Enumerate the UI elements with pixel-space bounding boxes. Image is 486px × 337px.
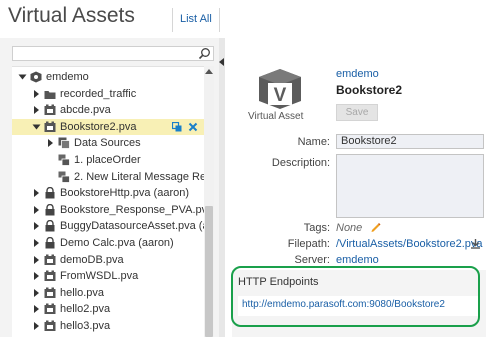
asset-tree: emdemo recorded_traffic abcde.pva Bookstore… <box>12 66 204 337</box>
tree-item-label: Data Sources <box>74 137 141 150</box>
tree-item-label: Bookstore2.pva <box>60 120 137 133</box>
tree-item-label: demoDB.pva <box>60 253 124 266</box>
tree-item-label: abcde.pva <box>60 104 111 117</box>
name-label: Name: <box>297 136 330 148</box>
delete-icon[interactable] <box>188 122 198 132</box>
tree-item[interactable]: emdemo <box>12 69 204 85</box>
lock-icon <box>45 187 55 199</box>
breadcrumb-server-link[interactable]: emdemo <box>336 68 379 80</box>
filepath-value[interactable]: /VirtualAssets/Bookstore2.pva <box>336 238 483 250</box>
page-title: Virtual Assets <box>8 4 135 27</box>
tree-item-label: Bookstore_Response_PVA.pva <box>60 203 204 216</box>
lock-icon <box>45 203 55 216</box>
tree-item-label: Demo Calc.pva (aaron) <box>60 237 174 249</box>
panel-collapse-bar[interactable] <box>219 38 225 337</box>
search-icon[interactable] <box>198 47 211 60</box>
caret-right-icon[interactable] <box>32 235 41 251</box>
tree-item[interactable]: FromWSDL.pva <box>12 268 204 284</box>
tree-item[interactable]: demoDB.pva <box>12 252 204 268</box>
tree-item-label: hello2.pva <box>60 303 111 316</box>
tree-item[interactable]: Data Sources <box>12 135 204 151</box>
tree-item[interactable]: BookstoreHttp.pva (aaron) <box>12 185 204 201</box>
page-header: Virtual Assets List All <box>0 0 486 38</box>
tree-item[interactable]: BuggyDatasourceAsset.pva (ad <box>12 218 204 234</box>
caret-right-icon[interactable] <box>32 218 41 234</box>
asset-icon <box>44 104 56 116</box>
tree-item[interactable]: hello.pva <box>12 285 204 301</box>
virtual-asset-icon: V <box>259 69 301 109</box>
asset-name-heading: Bookstore2 <box>336 83 403 97</box>
description-field[interactable] <box>336 154 484 218</box>
virtual-asset-caption: Virtual Asset <box>248 111 304 122</box>
caret-right-icon[interactable] <box>32 185 41 201</box>
tree-item[interactable]: Demo Calc.pva (aaron) <box>12 235 204 251</box>
list-all-link[interactable]: List All <box>180 13 212 25</box>
responder-icon <box>58 154 70 166</box>
asset-icon <box>44 121 56 132</box>
collapse-left-arrow-icon[interactable] <box>219 58 225 66</box>
tree-item[interactable]: hello2.pva <box>12 301 204 317</box>
lock-icon <box>45 237 55 249</box>
lock-icon <box>45 220 55 232</box>
tree-item-label: recorded_traffic <box>60 87 137 100</box>
server-label: Server: <box>294 254 330 266</box>
tags-label: Tags: <box>303 222 330 234</box>
tree-item-label: 2. New Literal Message Res <box>74 170 204 183</box>
download-icon[interactable] <box>470 238 481 249</box>
tree-item[interactable]: Bookstore2.pva <box>12 118 204 135</box>
save-button[interactable]: Save <box>336 104 378 121</box>
tree-item[interactable]: Bookstore_Response_PVA.pva <box>12 202 204 218</box>
tree-item-label: 1. placeOrder <box>74 154 141 166</box>
caret-right-icon[interactable] <box>32 301 41 317</box>
scroll-up-arrow-icon[interactable] <box>204 68 214 76</box>
svg-text:V: V <box>274 85 287 106</box>
asset-icon <box>44 320 56 331</box>
server-value-link[interactable]: emdemo <box>336 254 379 266</box>
asset-icon <box>44 287 56 298</box>
tree-item[interactable]: recorded_traffic <box>12 86 204 102</box>
caret-down-icon[interactable] <box>32 119 41 135</box>
responder-icon <box>58 171 70 183</box>
caret-right-icon[interactable] <box>32 318 41 334</box>
tree-item[interactable]: 1. placeOrder <box>12 152 204 168</box>
folder-icon <box>44 90 56 99</box>
server-gear-icon <box>30 71 42 83</box>
tree-item[interactable]: 2. New Literal Message Res <box>12 169 204 185</box>
header-divider <box>172 8 173 32</box>
copy-icon[interactable] <box>172 121 182 132</box>
highlight-annotation-ring <box>231 266 480 327</box>
tree-item[interactable]: hello3.pva <box>12 318 204 334</box>
pencil-edit-icon[interactable] <box>370 222 381 233</box>
caret-right-icon[interactable] <box>32 102 41 118</box>
scroll-thumb[interactable] <box>205 206 213 337</box>
filepath-label: Filepath: <box>287 238 330 250</box>
tree-scrollbar[interactable] <box>204 66 214 337</box>
name-field[interactable]: Bookstore2 <box>336 134 484 149</box>
tags-value: None <box>336 222 363 234</box>
caret-down-icon[interactable] <box>18 69 27 85</box>
tree-item-label: emdemo <box>46 71 89 83</box>
tree-item-label: BookstoreHttp.pva (aaron) <box>60 187 190 200</box>
tree-item-label: hello.pva <box>60 286 105 299</box>
caret-right-icon[interactable] <box>32 268 41 284</box>
asset-icon <box>44 254 56 265</box>
caret-right-icon[interactable] <box>32 86 41 102</box>
caret-right-icon[interactable] <box>46 135 55 151</box>
tree-item-label: FromWSDL.pva <box>60 270 139 283</box>
tree-item-label: hello3.pva <box>60 320 111 332</box>
asset-tree-panel: emdemo recorded_traffic abcde.pva Bookstore… <box>0 38 219 337</box>
datasource-icon <box>58 137 70 150</box>
caret-right-icon[interactable] <box>32 285 41 301</box>
header-divider <box>219 8 220 32</box>
caret-right-icon[interactable] <box>32 252 41 268</box>
description-label: Description: <box>271 157 330 169</box>
caret-right-icon[interactable] <box>32 202 41 218</box>
tree-item[interactable]: abcde.pva <box>12 102 204 118</box>
asset-icon <box>44 270 56 282</box>
tree-search-input[interactable] <box>12 46 214 61</box>
tree-item-label: BuggyDatasourceAsset.pva (ad <box>60 220 204 233</box>
asset-icon <box>44 303 56 315</box>
